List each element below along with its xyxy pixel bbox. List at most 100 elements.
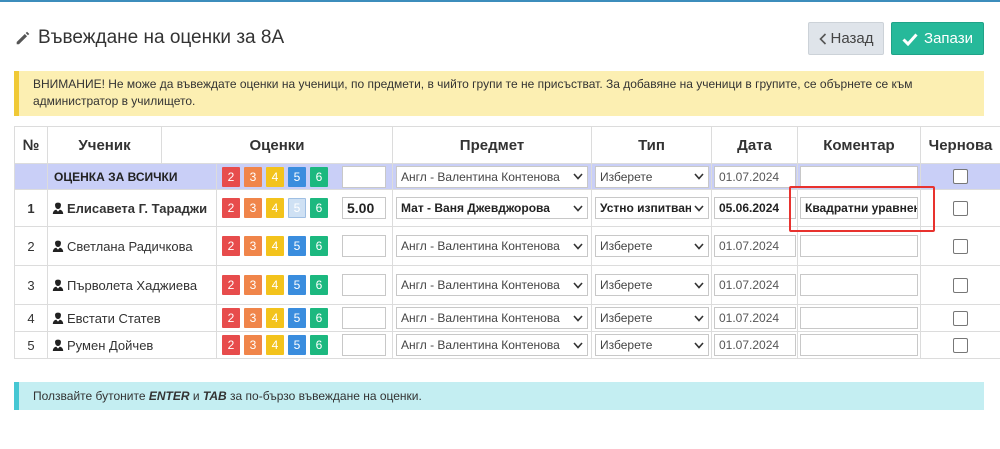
save-button[interactable]: Запази xyxy=(891,22,984,55)
comment-input[interactable] xyxy=(800,235,918,257)
date-input[interactable]: 05.06.2024 xyxy=(714,197,796,219)
grade-4-button[interactable]: 4 xyxy=(266,275,284,295)
type-select[interactable]: Изберете xyxy=(595,307,709,329)
grade-2-button[interactable]: 2 xyxy=(222,166,240,187)
grade-2-button[interactable]: 2 xyxy=(222,236,240,256)
date-cell: 01.07.2024 xyxy=(711,265,798,305)
user-icon xyxy=(52,240,64,252)
type-select[interactable]: Изберете xyxy=(595,235,709,257)
type-cell: Изберете xyxy=(591,331,712,359)
grade-4-button[interactable]: 4 xyxy=(266,236,284,256)
type-select[interactable]: Изберете xyxy=(595,274,709,296)
grade-6-button[interactable]: 6 xyxy=(310,198,328,218)
student-name: Елисавета Г. Тараджи xyxy=(67,200,208,216)
all-students-row: ОЦЕНКА ЗА ВСИЧКИ 2 3 4 5 6 Англ - Валент… xyxy=(14,163,1000,190)
chevron-down-icon xyxy=(573,173,583,180)
type-select[interactable]: Устно изпитване xyxy=(595,197,709,219)
grade-2-button[interactable]: 2 xyxy=(222,308,240,328)
all-row-label: ОЦЕНКА ЗА ВСИЧКИ xyxy=(47,163,217,190)
grade-input[interactable] xyxy=(342,165,386,188)
grade-3-button[interactable]: 3 xyxy=(244,236,262,256)
subject-select[interactable]: Англ - Валентина Контенова xyxy=(396,235,588,257)
student-name-cell: Румен Дойчев xyxy=(47,331,217,359)
grade-input[interactable]: 5.00 xyxy=(342,197,386,219)
student-name-cell: Първолета Хаджиева xyxy=(47,265,217,305)
grade-4-button[interactable]: 4 xyxy=(266,166,284,187)
date-input[interactable]: 01.07.2024 xyxy=(714,165,796,188)
subject-select[interactable]: Мат - Ваня Джевджорова xyxy=(396,197,588,219)
col-num: № xyxy=(14,126,48,164)
grade-input[interactable] xyxy=(342,235,386,257)
grade-5-button[interactable]: 5 xyxy=(288,166,306,187)
comment-input[interactable] xyxy=(800,274,918,296)
type-cell: Устно изпитване xyxy=(591,189,712,227)
comment-input[interactable]: Квадратни уравнения xyxy=(800,197,918,219)
grade-6-button[interactable]: 6 xyxy=(310,236,328,256)
subject-select[interactable]: Англ - Валентина Контенова xyxy=(396,165,588,188)
grade-3-button[interactable]: 3 xyxy=(244,308,262,328)
grade-input[interactable] xyxy=(342,274,386,296)
comment-input[interactable] xyxy=(800,165,918,188)
grade-6-button[interactable]: 6 xyxy=(310,275,328,295)
grade-6-button[interactable]: 6 xyxy=(310,335,328,355)
grade-4-button[interactable]: 4 xyxy=(266,308,284,328)
draft-checkbox[interactable] xyxy=(953,169,968,184)
all-row-num xyxy=(14,163,48,190)
date-input[interactable]: 01.07.2024 xyxy=(714,307,796,329)
subject-select[interactable]: Англ - Валентина Контенова xyxy=(396,307,588,329)
date-input[interactable]: 01.07.2024 xyxy=(714,334,796,356)
grades-cell: 2 3 4 5 6 5.00 xyxy=(216,189,393,227)
subject-select[interactable]: Англ - Валентина Контенова xyxy=(396,334,588,356)
grade-5-button[interactable]: 5 xyxy=(288,335,306,355)
grade-2-button[interactable]: 2 xyxy=(222,198,240,218)
grade-input[interactable] xyxy=(342,307,386,329)
back-button-label: Назад xyxy=(830,30,874,47)
grade-3-button[interactable]: 3 xyxy=(244,166,262,187)
all-row-type-cell: Изберете xyxy=(591,163,712,190)
type-select-value: Изберете xyxy=(600,239,653,253)
comment-cell: Квадратни уравнения xyxy=(797,189,921,227)
grade-5-button[interactable]: 5 xyxy=(288,275,306,295)
draft-checkbox[interactable] xyxy=(953,238,968,254)
type-cell: Изберете xyxy=(591,226,712,266)
grades-table: № Ученик Оценки Предмет Тип Дата Комента… xyxy=(14,126,1000,359)
grade-4-button[interactable]: 4 xyxy=(266,335,284,355)
grade-3-button[interactable]: 3 xyxy=(244,198,262,218)
date-cell: 05.06.2024 xyxy=(711,189,798,227)
date-input[interactable]: 01.07.2024 xyxy=(714,235,796,257)
date-input[interactable]: 01.07.2024 xyxy=(714,274,796,296)
grade-2-button[interactable]: 2 xyxy=(222,275,240,295)
comment-cell xyxy=(797,304,921,332)
back-button[interactable]: Назад xyxy=(808,22,884,55)
draft-checkbox[interactable] xyxy=(953,200,968,216)
grade-5-button[interactable]: 5 xyxy=(288,198,306,218)
grade-3-button[interactable]: 3 xyxy=(244,335,262,355)
type-select-value: Устно изпитване xyxy=(600,201,691,215)
draft-checkbox[interactable] xyxy=(953,337,968,353)
table-row: 5 Румен Дойчев 2 3 4 5 6 Англ - Валентина Конте… xyxy=(14,331,1000,359)
type-select[interactable]: Изберете xyxy=(595,334,709,356)
grade-buttons: 23456 xyxy=(218,275,328,295)
grade-5-button[interactable]: 5 xyxy=(288,308,306,328)
row-number: 4 xyxy=(14,304,48,332)
draft-checkbox[interactable] xyxy=(953,310,968,326)
info-prefix: Ползвайте бутоните xyxy=(33,389,149,403)
pencil-icon xyxy=(16,31,30,45)
grade-4-button[interactable]: 4 xyxy=(266,198,284,218)
grade-input[interactable] xyxy=(342,334,386,356)
comment-input[interactable] xyxy=(800,334,918,356)
grade-buttons: 2 3 4 5 6 xyxy=(218,166,328,187)
grade-buttons: 23456 xyxy=(218,308,328,328)
grade-2-button[interactable]: 2 xyxy=(222,335,240,355)
draft-checkbox[interactable] xyxy=(953,277,968,293)
type-select[interactable]: Изберете xyxy=(595,165,709,188)
grade-5-button[interactable]: 5 xyxy=(288,236,306,256)
type-select-value: Изберете xyxy=(600,169,653,184)
comment-input[interactable] xyxy=(800,307,918,329)
grade-6-button[interactable]: 6 xyxy=(310,166,328,187)
subject-select[interactable]: Англ - Валентина Контенова xyxy=(396,274,588,296)
grade-3-button[interactable]: 3 xyxy=(244,275,262,295)
col-date: Дата xyxy=(711,126,798,164)
grade-6-button[interactable]: 6 xyxy=(310,308,328,328)
chevron-down-icon xyxy=(694,281,704,289)
